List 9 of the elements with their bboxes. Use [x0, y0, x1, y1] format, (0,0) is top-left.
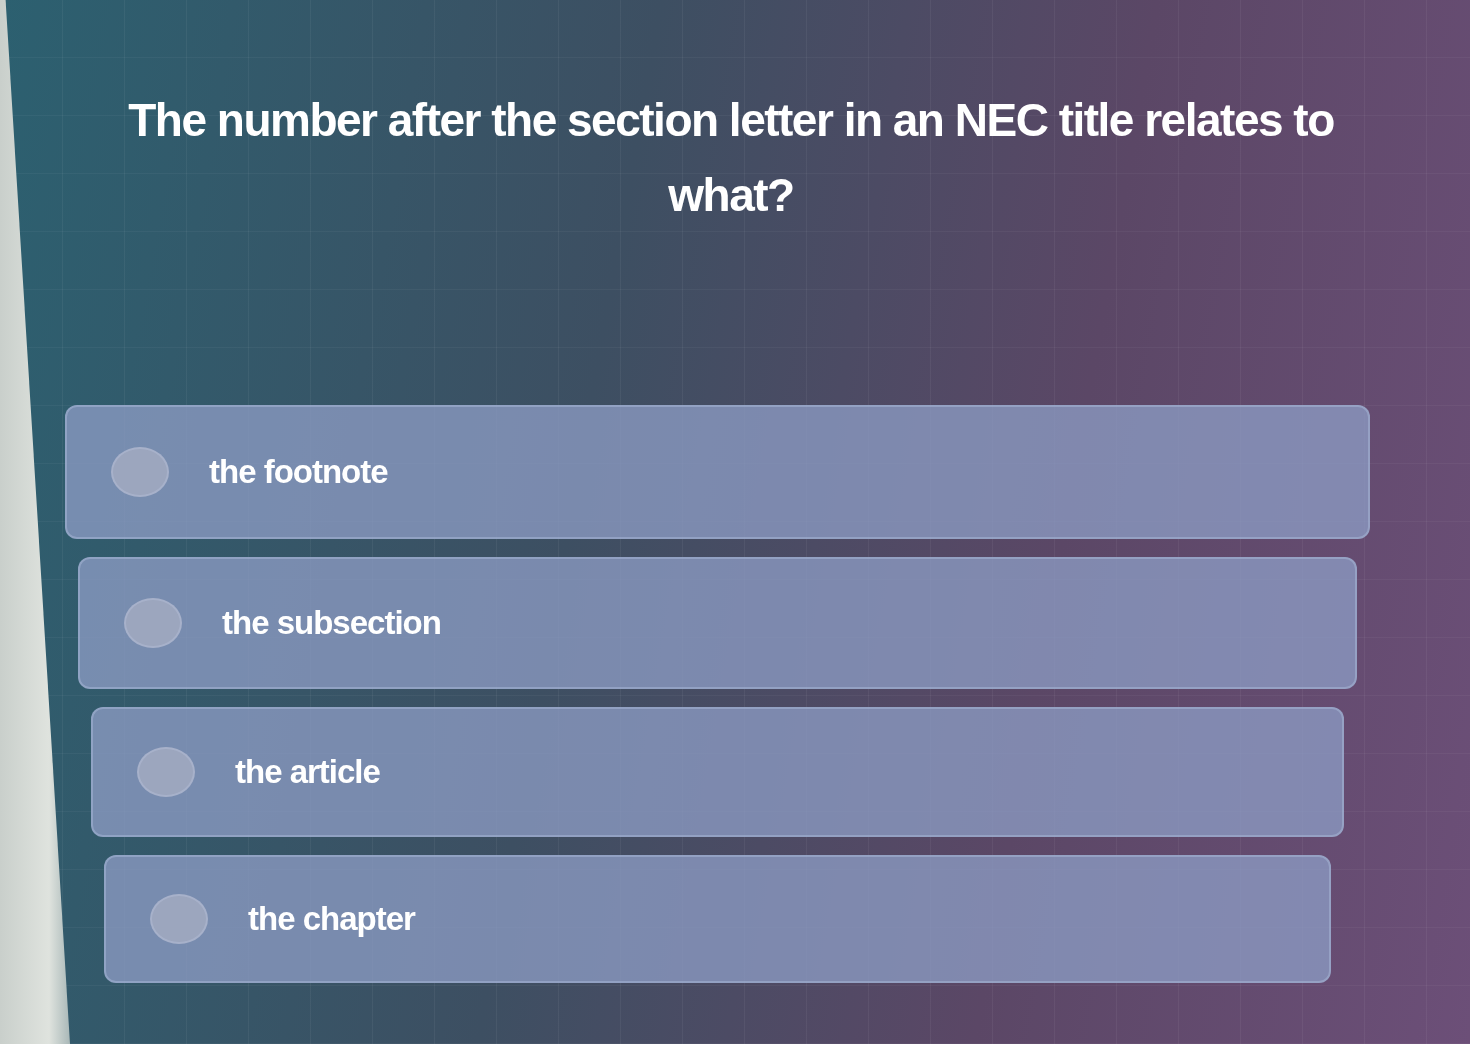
answer-option[interactable]: the article [91, 707, 1344, 837]
answer-option[interactable]: the chapter [104, 855, 1331, 983]
option-label: the subsection [222, 604, 441, 642]
option-label: the footnote [209, 453, 388, 491]
option-label: the article [235, 753, 380, 791]
answer-option[interactable]: the subsection [78, 557, 1357, 689]
option-label: the chapter [248, 900, 415, 938]
answer-option[interactable]: the footnote [65, 405, 1370, 539]
question-text: The number after the section letter in an NEC title relates to what? [127, 93, 1335, 223]
